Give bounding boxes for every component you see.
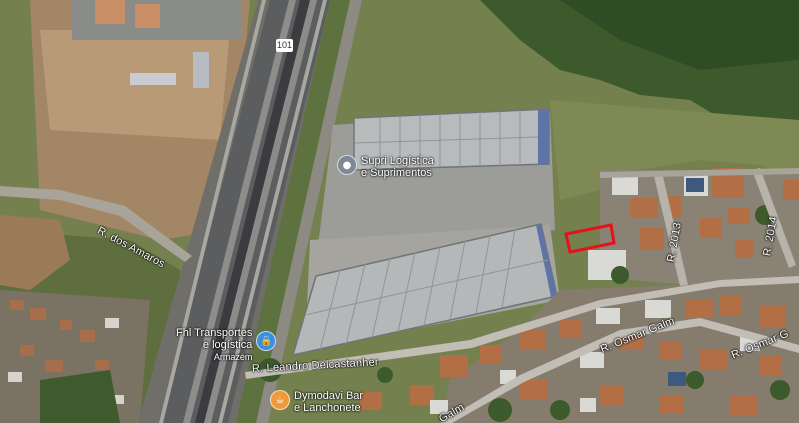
- poi-subtitle: Armazém: [213, 352, 253, 362]
- poi-dymodavi-bar[interactable]: ☕ Dymodavi Bar e Lanchonete: [270, 390, 363, 414]
- poi-name: Supri Logística e Suprimentos: [361, 155, 434, 179]
- poi-name: Dymodavi Bar e Lanchonete: [294, 390, 364, 414]
- lock-icon: 🔒: [256, 331, 277, 351]
- poi-supri-logistica[interactable]: ● Supri Logística e Suprimentos: [337, 155, 434, 179]
- building-icon: ●: [337, 155, 357, 175]
- map-imagery: [0, 0, 799, 423]
- satellite-map[interactable]: 101 R. dos Amaros R. Leandro Delcastanhe…: [0, 0, 799, 423]
- poi-fhl-transportes[interactable]: Fhl Transportes e logística Armazém 🔒: [176, 327, 277, 363]
- poi-name: Fhl Transportes e logística: [176, 327, 253, 351]
- highway-shield: 101: [276, 39, 293, 52]
- food-icon: ☕: [270, 390, 290, 410]
